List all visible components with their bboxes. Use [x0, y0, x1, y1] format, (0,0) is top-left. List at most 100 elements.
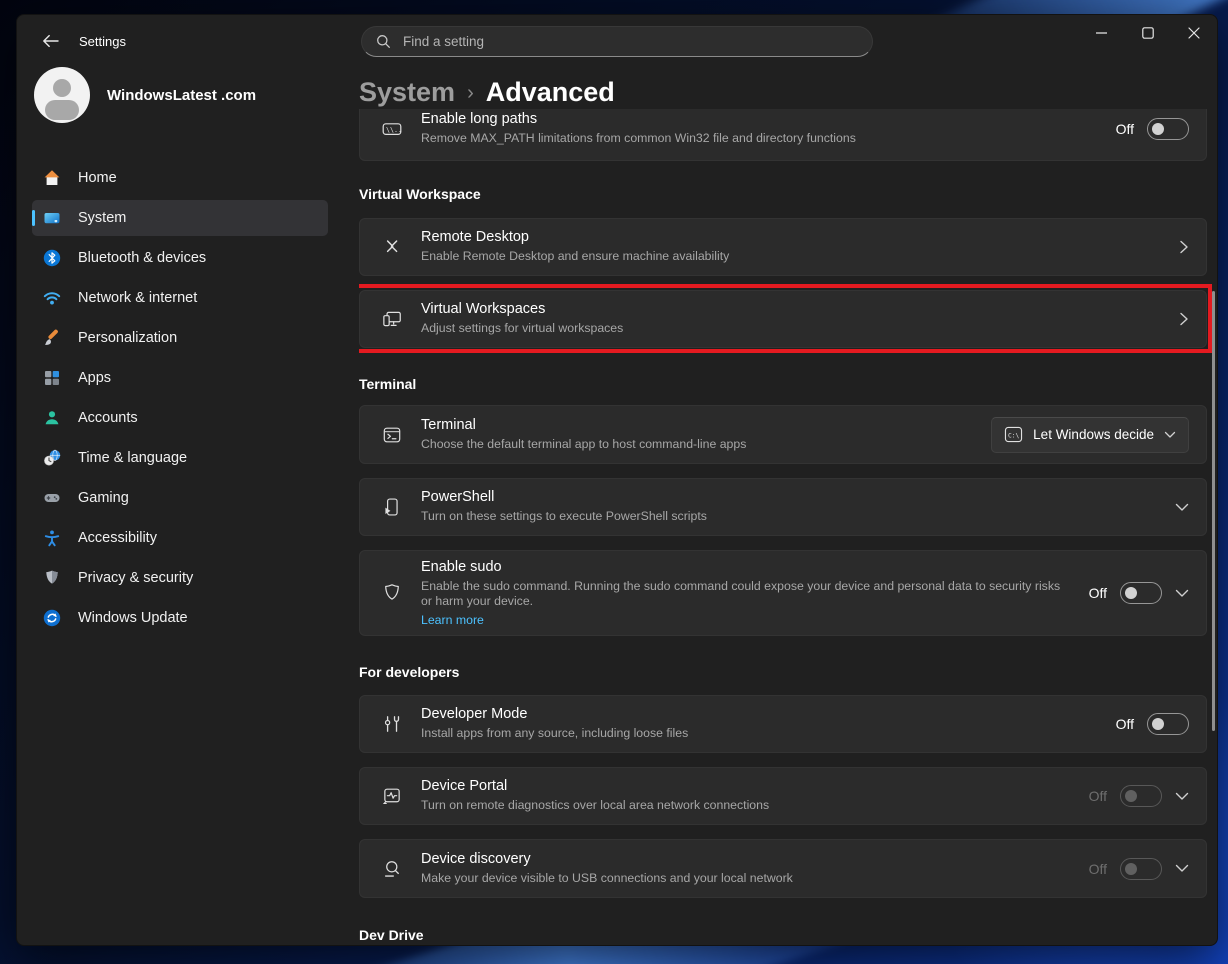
row-powershell[interactable]: PowerShell Turn on these settings to exe…	[359, 478, 1207, 536]
row-enable-sudo[interactable]: Enable sudo Enable the sudo command. Run…	[359, 550, 1207, 636]
row-description: Choose the default terminal app to host …	[421, 437, 746, 452]
row-virtual-workspaces[interactable]: Virtual Workspaces Adjust settings for v…	[359, 290, 1207, 348]
chevron-right-icon	[1179, 311, 1189, 327]
terminal-app-dropdown[interactable]: C:\ Let Windows decide	[991, 417, 1189, 453]
home-icon	[42, 168, 62, 188]
search-input[interactable]	[401, 33, 858, 50]
privacy-shield-icon	[42, 568, 62, 588]
row-title: PowerShell	[421, 489, 707, 505]
section-terminal: Terminal	[359, 376, 416, 392]
chevron-down-icon[interactable]	[1175, 792, 1189, 801]
search-box[interactable]	[361, 26, 873, 57]
sidebar-item-network[interactable]: Network & internet	[32, 280, 328, 316]
sidebar-item-home[interactable]: Home	[32, 160, 328, 196]
sidebar-item-apps[interactable]: Apps	[32, 360, 328, 396]
row-description: Enable the sudo command. Running the sud…	[421, 579, 1066, 610]
row-description: Adjust settings for virtual workspaces	[421, 321, 623, 336]
breadcrumb-current: Advanced	[486, 77, 615, 108]
row-remote-desktop[interactable]: Remote Desktop Enable Remote Desktop and…	[359, 218, 1207, 276]
row-enable-long-paths[interactable]: \\.. Enable long paths Remove MAX_PATH l…	[359, 109, 1207, 161]
chevron-right-icon	[1179, 239, 1189, 255]
chevron-down-icon	[1164, 431, 1176, 439]
row-title: Remote Desktop	[421, 229, 729, 245]
row-description: Make your device visible to USB connecti…	[421, 871, 793, 886]
back-arrow-icon	[42, 34, 60, 48]
app-title: Settings	[79, 34, 126, 49]
row-device-portal[interactable]: Device Portal Turn on remote diagnostics…	[359, 767, 1207, 825]
user-name: WindowsLatest .com	[107, 87, 256, 104]
row-title: Device discovery	[421, 851, 793, 867]
windows-update-icon	[42, 608, 62, 628]
network-icon	[42, 288, 62, 308]
row-title: Terminal	[421, 417, 746, 433]
row-title: Developer Mode	[421, 706, 688, 722]
titlebar: Settings	[17, 15, 1217, 65]
sidebar-item-label: Privacy & security	[78, 570, 193, 586]
maximize-button[interactable]	[1125, 15, 1171, 51]
sidebar-item-gaming[interactable]: Gaming	[32, 480, 328, 516]
sidebar-item-time-language[interactable]: Time & language	[32, 440, 328, 476]
row-developer-mode[interactable]: Developer Mode Install apps from any sou…	[359, 695, 1207, 753]
main-content: System › Advanced \\.. Enable long paths…	[343, 65, 1217, 945]
back-button[interactable]	[35, 28, 67, 54]
breadcrumb-root[interactable]: System	[359, 77, 455, 108]
search-icon	[376, 34, 391, 49]
long-paths-icon: \\..	[380, 118, 404, 140]
chevron-down-icon[interactable]	[1175, 503, 1189, 512]
minimize-button[interactable]	[1079, 15, 1125, 51]
svg-text:C:\: C:\	[1008, 432, 1019, 439]
sidebar-item-accessibility[interactable]: Accessibility	[32, 520, 328, 556]
sidebar-item-privacy[interactable]: Privacy & security	[32, 560, 328, 596]
sudo-toggle[interactable]	[1120, 582, 1162, 604]
sidebar-item-label: Personalization	[78, 330, 177, 346]
row-title: Virtual Workspaces	[421, 301, 623, 317]
section-dev-drive: Dev Drive	[359, 927, 424, 943]
sidebar-item-label: Network & internet	[78, 290, 197, 306]
device-discovery-icon	[380, 858, 404, 880]
sidebar-item-label: Gaming	[78, 490, 129, 506]
developer-mode-toggle[interactable]	[1147, 713, 1189, 735]
device-discovery-toggle[interactable]	[1120, 858, 1162, 880]
chevron-down-icon[interactable]	[1175, 864, 1189, 873]
close-button[interactable]	[1171, 15, 1217, 51]
breadcrumb: System › Advanced	[359, 77, 615, 108]
window-controls	[1079, 15, 1217, 51]
shield-icon	[380, 582, 404, 604]
row-description: Turn on remote diagnostics over local ar…	[421, 798, 769, 813]
time-language-icon	[42, 448, 62, 468]
row-device-discovery[interactable]: Device discovery Make your device visibl…	[359, 839, 1207, 898]
settings-scroll-area: \\.. Enable long paths Remove MAX_PATH l…	[359, 109, 1218, 945]
sidebar-item-label: Accounts	[78, 410, 138, 426]
sidebar-item-windows-update[interactable]: Windows Update	[32, 600, 328, 636]
system-icon	[42, 208, 62, 228]
chevron-down-icon[interactable]	[1175, 589, 1189, 598]
accessibility-icon	[42, 528, 62, 548]
accounts-icon	[42, 408, 62, 428]
row-description: Install apps from any source, including …	[421, 726, 688, 741]
sidebar-item-system[interactable]: System	[32, 200, 328, 236]
scrollbar-thumb[interactable]	[1212, 291, 1215, 731]
virtual-workspaces-icon	[380, 308, 404, 330]
device-portal-toggle[interactable]	[1120, 785, 1162, 807]
sidebar: WindowsLatest .com Home System	[17, 65, 343, 945]
row-description: Remove MAX_PATH limitations from common …	[421, 131, 856, 146]
breadcrumb-separator-icon: ›	[467, 82, 474, 105]
section-virtual-workspace: Virtual Workspace	[359, 186, 481, 202]
close-icon	[1188, 27, 1200, 39]
row-description: Turn on these settings to execute PowerS…	[421, 509, 707, 524]
selected-accent-bar	[32, 210, 35, 226]
toggle-state-label: Off	[1089, 788, 1107, 804]
sidebar-item-personalization[interactable]: Personalization	[32, 320, 328, 356]
row-terminal[interactable]: Terminal Choose the default terminal app…	[359, 405, 1207, 464]
minimize-icon	[1096, 32, 1108, 34]
sidebar-item-accounts[interactable]: Accounts	[32, 400, 328, 436]
learn-more-link[interactable]: Learn more	[421, 613, 1066, 627]
long-paths-toggle[interactable]	[1147, 118, 1189, 140]
row-title: Device Portal	[421, 778, 769, 794]
user-profile[interactable]: WindowsLatest .com	[34, 67, 256, 123]
sidebar-item-label: Bluetooth & devices	[78, 250, 206, 266]
toggle-state-label: Off	[1089, 861, 1107, 877]
sidebar-item-label: System	[78, 210, 126, 226]
sidebar-item-bluetooth[interactable]: Bluetooth & devices	[32, 240, 328, 276]
maximize-icon	[1142, 27, 1154, 39]
